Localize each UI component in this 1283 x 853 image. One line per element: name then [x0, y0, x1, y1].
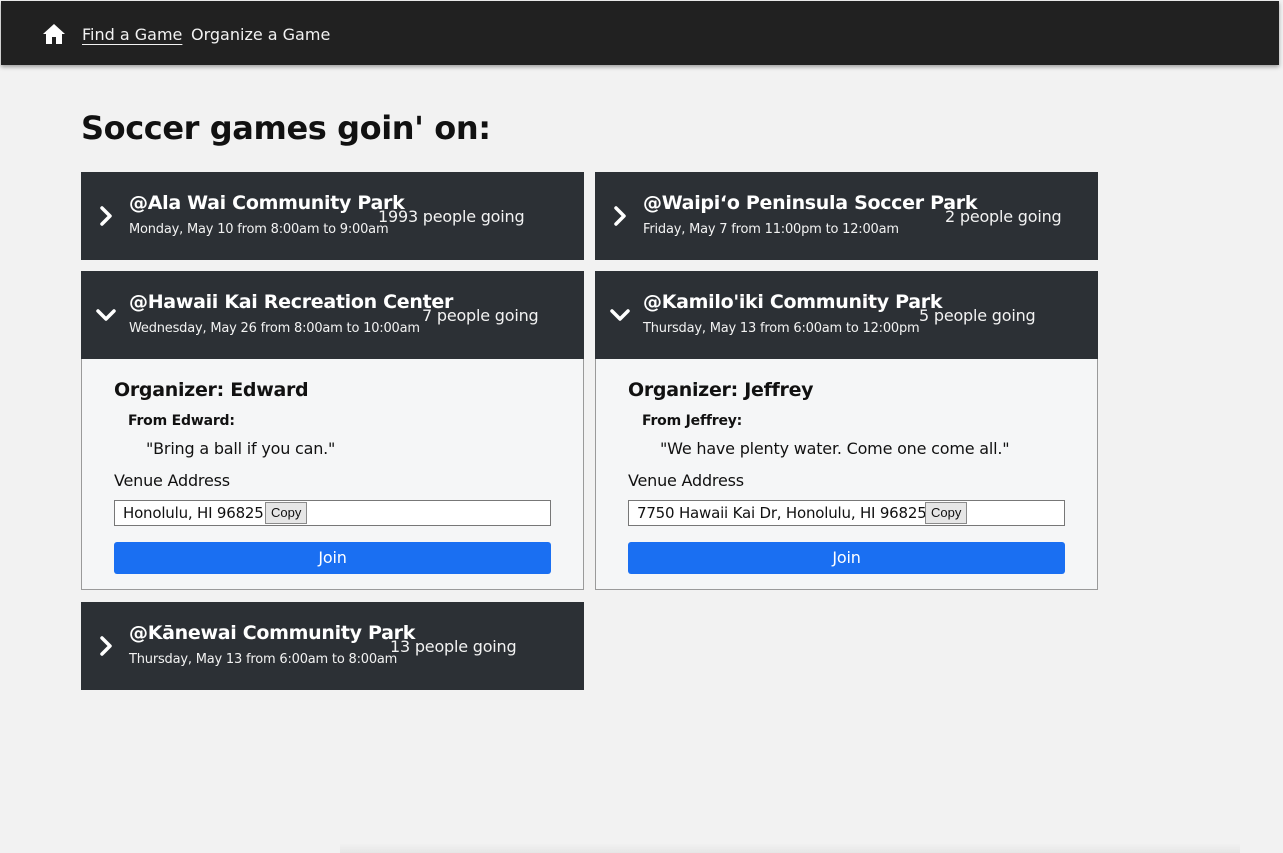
chevron-down-icon	[96, 309, 116, 321]
game-card: @Waipi‘o Peninsula Soccer Park Friday, M…	[595, 172, 1098, 260]
game-venue: @Kamilo'iki Community Park	[643, 291, 943, 313]
game-venue: @Kānewai Community Park	[129, 622, 416, 644]
page-title: Soccer games goin' on:	[81, 109, 491, 147]
join-button[interactable]: Join	[628, 542, 1065, 574]
game-time: Monday, May 10 from 8:00am to 9:00am	[129, 222, 389, 237]
game-card-header[interactable]: @Kānewai Community Park Thursday, May 13…	[81, 602, 584, 690]
game-going-count: 1993 people going	[378, 207, 525, 226]
venue-address-field[interactable]: 7750 Hawaii Kai Dr, Honolulu, HI 96825 C…	[628, 500, 1065, 526]
copy-address-button[interactable]: Copy	[265, 502, 308, 524]
game-card: @Hawaii Kai Recreation Center Wednesday,…	[81, 271, 584, 590]
copy-address-button[interactable]: Copy	[925, 502, 968, 524]
game-time: Thursday, May 13 from 6:00am to 8:00am	[129, 652, 398, 667]
organizer-name: Organizer: Jeffrey	[628, 379, 814, 401]
game-card-header[interactable]: @Waipi‘o Peninsula Soccer Park Friday, M…	[595, 172, 1098, 260]
game-going-count: 7 people going	[422, 306, 539, 325]
game-going-count: 5 people going	[919, 306, 1036, 325]
game-card-details: Organizer: Jeffrey From Jeffrey: "We hav…	[595, 359, 1098, 590]
organizer-message: "Bring a ball if you can."	[146, 439, 336, 458]
game-card: @Kānewai Community Park Thursday, May 13…	[81, 602, 584, 690]
top-navbar: Find a Game Organize a Game	[1, 1, 1279, 65]
game-time: Friday, May 7 from 11:00pm to 12:00am	[643, 222, 899, 237]
game-card-header[interactable]: @Kamilo'iki Community Park Thursday, May…	[595, 271, 1098, 359]
join-button[interactable]: Join	[114, 542, 551, 574]
game-card-header[interactable]: @Hawaii Kai Recreation Center Wednesday,…	[81, 271, 584, 359]
page-bottom-shadow	[340, 843, 1240, 853]
game-going-count: 13 people going	[390, 637, 517, 656]
game-venue: @Hawaii Kai Recreation Center	[129, 291, 454, 313]
chevron-right-icon	[100, 636, 112, 656]
organizer-message-label: From Jeffrey:	[642, 413, 743, 429]
game-venue: @Waipi‘o Peninsula Soccer Park	[643, 192, 978, 214]
chevron-right-icon	[100, 206, 112, 226]
game-card: @Kamilo'iki Community Park Thursday, May…	[595, 271, 1098, 590]
game-time: Thursday, May 13 from 6:00am to 12:00pm	[643, 321, 920, 336]
venue-address-value: Honolulu, HI 96825	[123, 504, 264, 522]
venue-address-field[interactable]: Honolulu, HI 96825 Copy	[114, 500, 551, 526]
nav-link-find-a-game[interactable]: Find a Game	[82, 25, 182, 45]
game-card: @Ala Wai Community Park Monday, May 10 f…	[81, 172, 584, 260]
game-venue: @Ala Wai Community Park	[129, 192, 405, 214]
chevron-down-icon	[610, 309, 630, 321]
chevron-right-icon	[614, 206, 626, 226]
game-card-header[interactable]: @Ala Wai Community Park Monday, May 10 f…	[81, 172, 584, 260]
organizer-message-label: From Edward:	[128, 413, 235, 429]
organizer-name: Organizer: Edward	[114, 379, 309, 401]
venue-address-label: Venue Address	[114, 471, 230, 490]
game-card-details: Organizer: Edward From Edward: "Bring a …	[81, 359, 584, 590]
game-time: Wednesday, May 26 from 8:00am to 10:00am	[129, 321, 420, 336]
venue-address-value: 7750 Hawaii Kai Dr, Honolulu, HI 96825	[637, 504, 927, 522]
nav-link-organize-a-game[interactable]: Organize a Game	[191, 25, 330, 45]
home-icon[interactable]	[42, 22, 66, 46]
venue-address-label: Venue Address	[628, 471, 744, 490]
organizer-message: "We have plenty water. Come one come all…	[660, 439, 1010, 458]
game-going-count: 2 people going	[945, 207, 1062, 226]
